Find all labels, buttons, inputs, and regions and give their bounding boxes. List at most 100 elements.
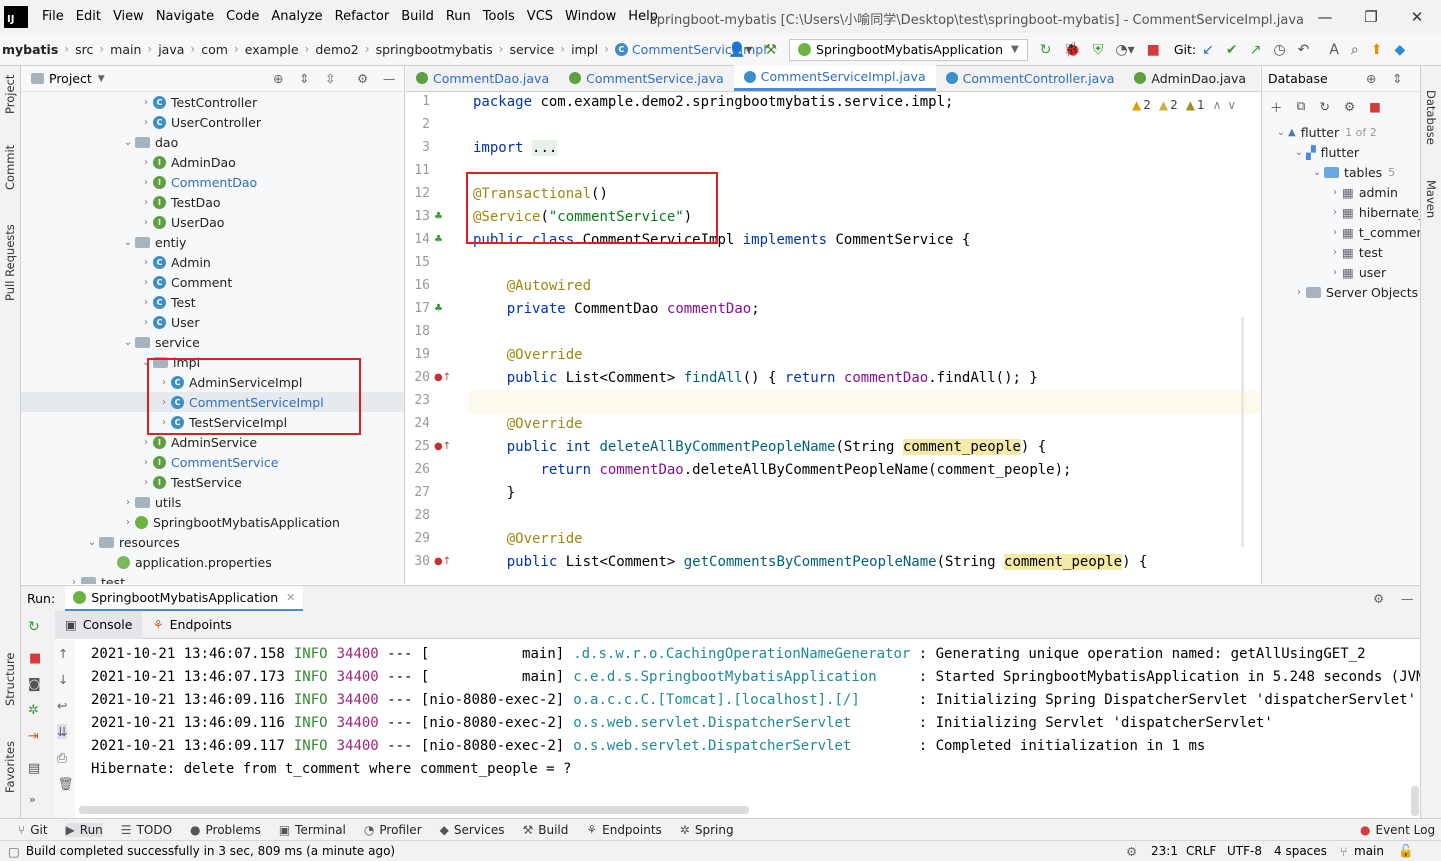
chevron-right-icon[interactable]: › bbox=[67, 577, 81, 585]
tree-item[interactable]: › C User bbox=[139, 312, 200, 332]
code-line[interactable]: @Override bbox=[473, 416, 583, 432]
coverage-icon[interactable]: ⛨ bbox=[1093, 42, 1104, 58]
stripe-database[interactable]: Database bbox=[1424, 90, 1438, 145]
project-title[interactable]: Project bbox=[49, 71, 92, 86]
file-encoding[interactable]: UTF-8 bbox=[1227, 844, 1262, 858]
breadcrumb-item[interactable]: com bbox=[201, 42, 228, 57]
tool-problems[interactable]: ● Problems bbox=[190, 823, 261, 837]
code-line[interactable]: private CommentDao commentDao; bbox=[473, 301, 760, 317]
more-icon[interactable]: » bbox=[29, 793, 36, 806]
chevron-right-icon[interactable]: › bbox=[121, 517, 135, 528]
expand-all-icon[interactable]: ⇕ bbox=[299, 71, 309, 86]
tool-spring[interactable]: ✲ Spring bbox=[680, 823, 734, 837]
breadcrumb-item[interactable]: demo2 bbox=[315, 42, 358, 57]
chevron-right-icon[interactable]: › bbox=[1328, 267, 1342, 278]
db-tree-item[interactable]: › ▦ t_commen bbox=[1328, 222, 1420, 242]
tab-commentcontroller-java[interactable]: CommentController.java bbox=[936, 65, 1125, 91]
code-line[interactable]: return commentDao.deleteAllByCommentPeop… bbox=[473, 462, 1071, 478]
minimize-icon[interactable]: — bbox=[1302, 0, 1348, 33]
tree-item[interactable]: ⌄ entiy bbox=[121, 232, 187, 252]
chevron-right-icon[interactable]: › bbox=[121, 497, 135, 508]
tool-services[interactable]: ◆ Services bbox=[440, 823, 505, 837]
db-tree-item[interactable]: ⌄ tables 5 bbox=[1310, 162, 1395, 182]
profiler-icon[interactable]: ◔▾ bbox=[1115, 42, 1134, 58]
code-line[interactable]: @Autowired bbox=[473, 278, 591, 294]
db-tree-item[interactable]: › Server Objects bbox=[1292, 282, 1418, 302]
code-line[interactable]: } bbox=[473, 485, 515, 501]
chevron-right-icon[interactable]: › bbox=[139, 197, 153, 208]
add-icon[interactable]: ＋ bbox=[1270, 97, 1283, 116]
refresh-icon[interactable]: ↻ bbox=[1319, 99, 1329, 114]
build-hammer-icon[interactable]: ⚒ bbox=[764, 42, 777, 58]
chevron-right-icon[interactable]: › bbox=[139, 177, 153, 188]
chevron-right-icon[interactable]: › bbox=[139, 257, 153, 268]
chevron-right-icon[interactable]: › bbox=[139, 277, 153, 288]
tab-admindao-java[interactable]: AdminDao.java bbox=[1124, 65, 1256, 91]
chevron-right-icon[interactable]: › bbox=[139, 477, 153, 488]
rollback-icon[interactable]: ↶ bbox=[1298, 42, 1310, 58]
git-branch[interactable]: main bbox=[1354, 844, 1384, 858]
search-icon[interactable]: ⌕ bbox=[1351, 42, 1359, 58]
menu-window[interactable]: Window bbox=[559, 9, 622, 24]
tree-item[interactable]: › C Comment bbox=[139, 272, 232, 292]
caret-position[interactable]: 23:1 bbox=[1151, 844, 1178, 858]
chevron-right-icon[interactable]: › bbox=[139, 157, 153, 168]
stripe-maven[interactable]: Maven bbox=[1424, 180, 1438, 218]
trash-icon[interactable]: 🗑 bbox=[58, 776, 74, 792]
code-line[interactable]: import ... bbox=[473, 140, 558, 156]
db-tree-item[interactable]: › ▦ admin bbox=[1328, 182, 1398, 202]
menu-refactor[interactable]: Refactor bbox=[329, 9, 396, 24]
gear-icon[interactable]: ⚙ bbox=[357, 71, 368, 86]
hide-icon[interactable]: — bbox=[1401, 591, 1414, 606]
menu-analyze[interactable]: Analyze bbox=[265, 9, 328, 24]
stop-icon[interactable]: ■ bbox=[1147, 42, 1160, 58]
gear-icon[interactable]: ⚙ bbox=[1373, 591, 1384, 606]
tool-build[interactable]: ⚒ Build bbox=[522, 823, 568, 837]
exit-icon[interactable]: ⇥ bbox=[28, 729, 39, 744]
history-icon[interactable]: ◷ bbox=[1273, 42, 1285, 58]
translate-icon[interactable]: A bbox=[1329, 42, 1339, 58]
stop-icon[interactable]: ■ bbox=[29, 651, 41, 666]
hide-icon[interactable]: — bbox=[383, 71, 396, 86]
maximize-icon[interactable]: ❐ bbox=[1348, 0, 1394, 33]
locate-icon[interactable]: ⊕ bbox=[1366, 71, 1376, 86]
tree-item[interactable]: › C Test bbox=[139, 292, 196, 312]
tree-item[interactable]: › I UserDao bbox=[139, 212, 224, 232]
plugin-icon[interactable]: ◆ bbox=[1394, 42, 1405, 58]
properties-icon[interactable]: ⚙ bbox=[1344, 99, 1355, 114]
user-icon[interactable]: 👤▾ bbox=[728, 42, 752, 58]
code-editor[interactable]: 1 package com.example.demo2.springbootmyb… bbox=[406, 92, 1260, 584]
close-icon[interactable]: ✕ bbox=[286, 591, 295, 604]
run-config-tab[interactable]: SpringbootMybatisApplication ✕ bbox=[65, 586, 304, 611]
indent-setting[interactable]: 4 spaces bbox=[1274, 844, 1327, 858]
override-icon[interactable]: ●↑ bbox=[434, 372, 451, 383]
chevron-right-icon[interactable]: › bbox=[1328, 247, 1342, 258]
chevron-down-icon[interactable]: ⌄ bbox=[121, 137, 135, 148]
tree-item[interactable]: › I AdminService bbox=[139, 432, 257, 452]
stop-icon[interactable]: ■ bbox=[1369, 99, 1381, 114]
tool-git[interactable]: ⑂ Git bbox=[18, 823, 48, 837]
db-tree-item[interactable]: ⌄ ▲ flutter 1 of 2 bbox=[1274, 122, 1377, 142]
tree-item[interactable]: application.properties bbox=[103, 552, 272, 572]
spring-icon[interactable]: ✲ bbox=[28, 703, 39, 718]
menu-code[interactable]: Code bbox=[220, 9, 265, 24]
chevron-down-icon[interactable]: ⌄ bbox=[121, 337, 135, 348]
lock-icon[interactable]: 🔓 bbox=[1398, 843, 1414, 859]
tab-console[interactable]: ▣ Console bbox=[55, 610, 143, 639]
bean-icon[interactable]: ♣ bbox=[434, 303, 443, 314]
db-tree-item[interactable]: › ▦ hibernate_ bbox=[1328, 202, 1420, 222]
stripe-pull-requests[interactable]: Pull Requests bbox=[3, 224, 17, 301]
arrow-up-icon[interactable]: ↑ bbox=[58, 646, 68, 661]
git-update-icon[interactable]: ↙ bbox=[1202, 42, 1214, 58]
rerun-icon[interactable]: ↻ bbox=[1040, 42, 1052, 58]
tree-item[interactable]: ⌄ resources bbox=[85, 532, 180, 552]
chevron-right-icon[interactable]: › bbox=[1328, 227, 1342, 238]
event-log-button[interactable]: ● Event Log bbox=[1360, 823, 1435, 837]
expand-all-icon[interactable]: ⇕ bbox=[1392, 71, 1402, 86]
memory-icon[interactable]: ⚙ bbox=[1126, 844, 1137, 859]
inspection-widget[interactable]: ▲ 2 ▲ 2 ▲ 1 ∧ ∨ bbox=[1132, 98, 1236, 112]
console-output[interactable]: ↑ ↓ ↩ ⇊ ⎙ 🗑 2021-10-21 13:46:07.158 INFO 3… bbox=[55, 640, 1420, 818]
chevron-down-icon[interactable]: ⌄ bbox=[1310, 167, 1324, 178]
chevron-down-icon[interactable]: ⌄ bbox=[1292, 147, 1306, 158]
tree-item[interactable]: ⌄ service bbox=[121, 332, 200, 352]
